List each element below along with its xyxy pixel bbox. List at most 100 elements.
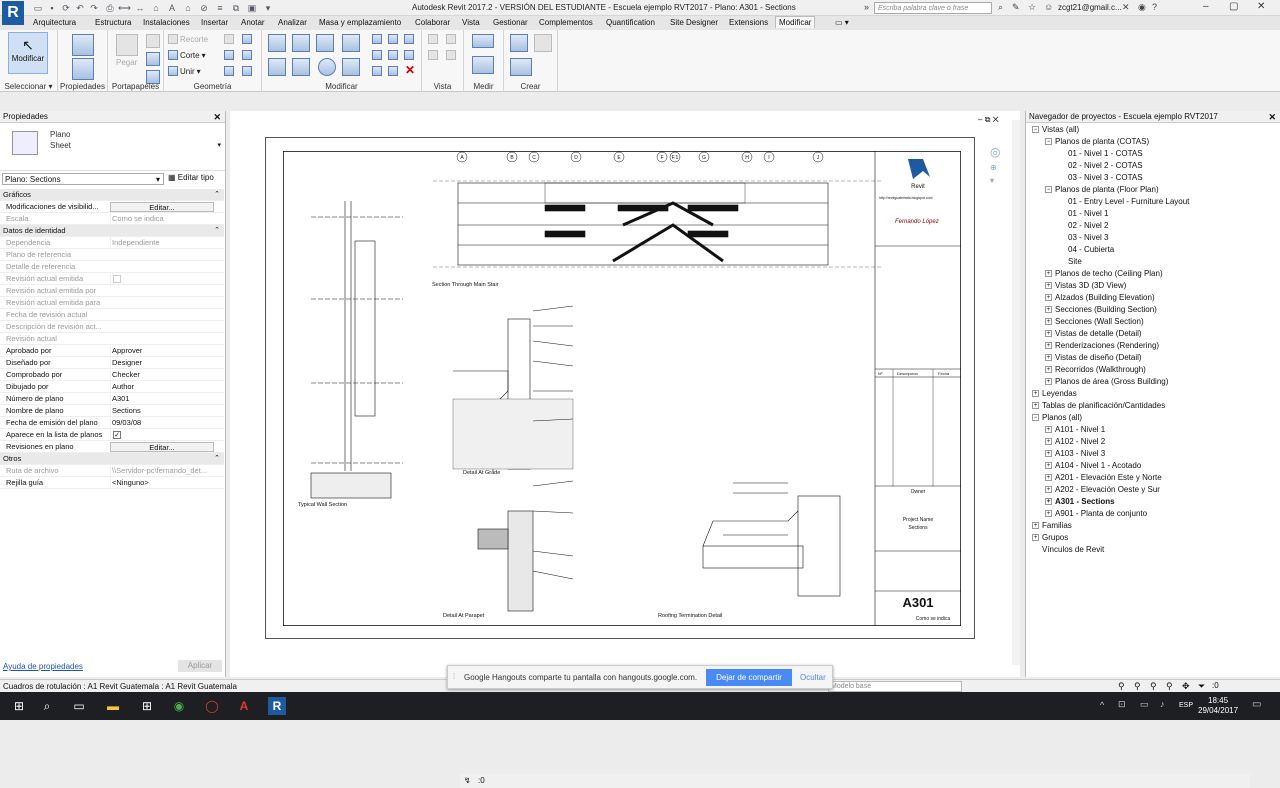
edit-button[interactable]: Editar... bbox=[110, 202, 214, 212]
trim-icon[interactable] bbox=[342, 58, 360, 76]
tab-complementos[interactable]: Complementos bbox=[536, 17, 596, 28]
file-explorer-icon[interactable]: ▬ bbox=[104, 697, 122, 715]
property-category[interactable]: Gráficos ⌃ bbox=[0, 189, 224, 201]
property-row[interactable]: Dibujado por Author bbox=[0, 381, 224, 393]
expand-icon[interactable]: + bbox=[1045, 450, 1052, 458]
browser-node[interactable]: 03 - Nivel 3 - COTAS bbox=[1058, 173, 1143, 182]
tab-instalaciones[interactable]: Instalaciones bbox=[140, 17, 193, 28]
browser-node[interactable]: + Tablas de planificación/Cantidades bbox=[1032, 401, 1165, 410]
expand-icon[interactable]: + bbox=[1045, 474, 1052, 482]
property-value[interactable]: <Ninguno> bbox=[110, 477, 222, 489]
paste-icon[interactable] bbox=[116, 34, 138, 56]
tray-chevron-icon[interactable]: ^ bbox=[1100, 700, 1104, 710]
expand-icon[interactable]: + bbox=[1045, 306, 1052, 314]
property-row[interactable]: Dependencia Independiente bbox=[0, 237, 224, 249]
network-icon[interactable]: ⊡ bbox=[1118, 699, 1126, 710]
scale-indicator-icon[interactable]: ↯ bbox=[464, 776, 471, 785]
expand-icon[interactable]: + bbox=[1032, 534, 1039, 542]
property-value[interactable]: Sections bbox=[110, 405, 222, 417]
minimize-icon[interactable]: – bbox=[1203, 1, 1209, 12]
a360-icon[interactable]: ◉ bbox=[1138, 2, 1146, 13]
property-value[interactable]: ✓ bbox=[110, 429, 222, 441]
revit-taskbar-icon[interactable]: R bbox=[268, 697, 286, 715]
expand-icon[interactable]: + bbox=[1045, 282, 1052, 290]
array-icon[interactable] bbox=[372, 50, 382, 60]
windows-start-icon[interactable]: ⊞ bbox=[10, 697, 28, 715]
browser-node[interactable]: − Planos de planta (Floor Plan) bbox=[1045, 185, 1159, 194]
expand-icon[interactable]: + bbox=[1045, 270, 1052, 278]
property-row[interactable]: Modificaciones de visibilid... Editar... bbox=[0, 201, 224, 213]
trim-multiple-icon[interactable] bbox=[372, 66, 382, 76]
property-value[interactable]: Independiente bbox=[110, 237, 222, 249]
active-workset-select[interactable]: Modelo base bbox=[828, 681, 962, 692]
pin-icon[interactable] bbox=[404, 34, 414, 44]
property-category[interactable]: Otros ⌃ bbox=[0, 453, 224, 465]
property-row[interactable]: Aprobado por Approver bbox=[0, 345, 224, 357]
property-row[interactable]: Fecha de emisión del plano 09/03/08 bbox=[0, 417, 224, 429]
star-icon[interactable]: ☆ bbox=[1028, 2, 1036, 13]
expand-icon[interactable]: + bbox=[1045, 330, 1052, 338]
browser-node[interactable]: + Vistas de detalle (Detail) bbox=[1045, 329, 1142, 338]
tab-anotar[interactable]: Anotar bbox=[238, 17, 268, 28]
copy-element-icon[interactable] bbox=[292, 58, 310, 76]
collapse-icon[interactable]: ⌃ bbox=[214, 225, 220, 237]
unpin-icon[interactable] bbox=[404, 50, 414, 60]
property-row[interactable]: Revisión actual emitida por bbox=[0, 285, 224, 297]
split-icon[interactable] bbox=[372, 34, 382, 44]
select-links-icon[interactable]: ⚲ bbox=[1118, 681, 1125, 692]
help-search-input[interactable]: Escriba palabra clave o frase bbox=[874, 2, 992, 14]
scale-icon[interactable] bbox=[388, 50, 398, 60]
browser-node[interactable]: + Vistas 3D (3D View) bbox=[1045, 281, 1126, 290]
hide-icon[interactable] bbox=[428, 34, 438, 44]
tab-minimize-icon[interactable]: ▭ ▾ bbox=[832, 17, 852, 28]
browser-node[interactable]: + A101 - Nivel 1 bbox=[1045, 425, 1105, 434]
close-icon[interactable]: ✕ bbox=[213, 111, 221, 123]
group-label-seleccionar[interactable]: Seleccionar ▾ bbox=[0, 82, 57, 91]
move-icon[interactable] bbox=[268, 58, 286, 76]
expand-icon[interactable]: + bbox=[1045, 294, 1052, 302]
cut-geometry-button[interactable]: Corte ▾ bbox=[168, 50, 206, 60]
measure-icon[interactable]: ⟷ bbox=[118, 3, 131, 13]
collapse-icon[interactable]: − bbox=[1032, 126, 1039, 134]
property-value[interactable]: Author bbox=[110, 381, 222, 393]
user-icon[interactable]: ☺ bbox=[1044, 2, 1053, 12]
browser-node[interactable]: + Alzados (Building Elevation) bbox=[1045, 293, 1155, 302]
steering-wheel-icon[interactable]: ◎ bbox=[990, 145, 1004, 159]
browser-node[interactable]: + A202 - Elevación Oeste y Sur bbox=[1045, 485, 1160, 494]
create-parts-icon[interactable] bbox=[534, 34, 552, 52]
property-row[interactable]: Fecha de revisión actual bbox=[0, 309, 224, 321]
view-range-icon[interactable] bbox=[446, 50, 456, 60]
measure-distance-icon[interactable] bbox=[472, 34, 494, 48]
tab-extensions[interactable]: Extensions bbox=[726, 17, 771, 28]
minimize-view-icon[interactable]: – bbox=[978, 115, 982, 124]
property-row[interactable]: Revisión actual bbox=[0, 333, 224, 345]
tab-modificar[interactable]: Modificar bbox=[775, 16, 816, 28]
section-icon[interactable]: ⊘ bbox=[198, 3, 210, 13]
select-pinned-icon[interactable]: ⚲ bbox=[1150, 681, 1157, 692]
property-value[interactable]: Como se indica bbox=[110, 213, 222, 225]
browser-node[interactable]: − Vistas (all) bbox=[1032, 125, 1079, 134]
filter-icon[interactable]: ⏷ bbox=[1198, 681, 1205, 692]
create-assembly-icon[interactable] bbox=[510, 34, 528, 52]
browser-node[interactable]: − Planos de planta (COTAS) bbox=[1045, 137, 1149, 146]
tab-site-designer[interactable]: Site Designer bbox=[667, 17, 721, 28]
expand-icon[interactable]: + bbox=[1045, 486, 1052, 494]
expand-icon[interactable]: + bbox=[1045, 462, 1052, 470]
notifications-icon[interactable]: ▭ bbox=[1252, 699, 1261, 710]
collapse-icon[interactable]: ⌃ bbox=[214, 189, 220, 201]
split-face-icon[interactable] bbox=[242, 34, 252, 44]
browser-node[interactable]: + Secciones (Wall Section) bbox=[1045, 317, 1144, 326]
autodesk-icon[interactable]: A bbox=[235, 697, 253, 715]
help-icon[interactable]: ? bbox=[1152, 2, 1157, 12]
browser-node[interactable]: + Planos de área (Gross Building) bbox=[1045, 377, 1168, 386]
property-row[interactable]: Ruta de archivo \\Servidor-pc\fernando_de… bbox=[0, 465, 224, 477]
create-group-icon[interactable] bbox=[510, 58, 532, 76]
expand-icon[interactable]: » bbox=[864, 2, 869, 12]
zoom-dropdown-icon[interactable]: ▾ bbox=[990, 176, 1004, 185]
mirror-axis-icon[interactable] bbox=[316, 34, 334, 52]
property-value[interactable]: 09/03/08 bbox=[110, 417, 222, 429]
restore-view-icon[interactable]: ⧉ bbox=[985, 115, 991, 124]
tab-quantification[interactable]: Quantification bbox=[603, 17, 658, 28]
browser-node[interactable]: 01 - Nivel 1 - COTAS bbox=[1058, 149, 1143, 158]
tab-analizar[interactable]: Analizar bbox=[275, 17, 310, 28]
